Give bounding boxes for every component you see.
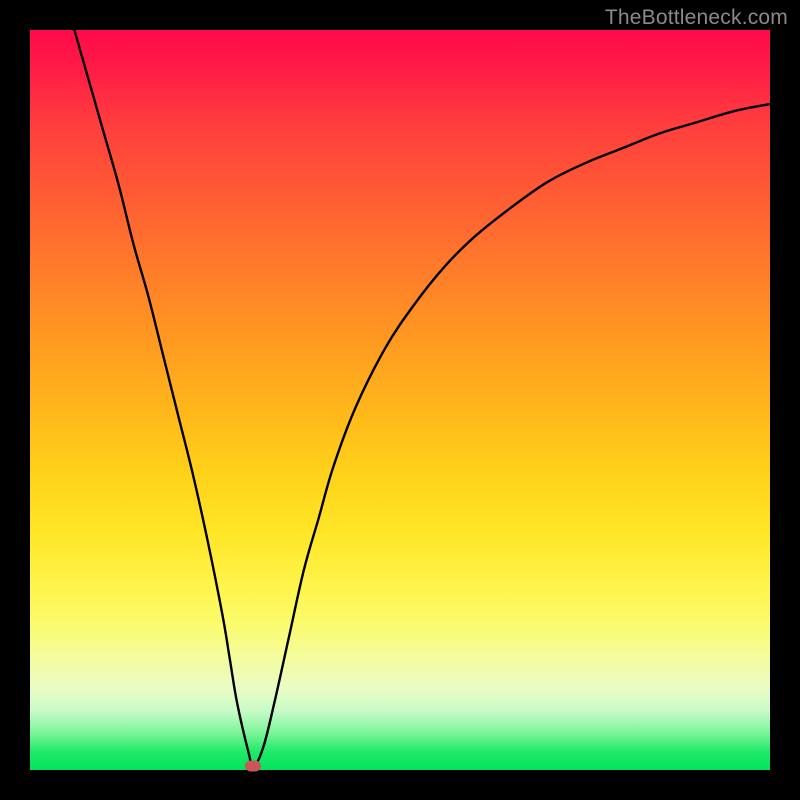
- curve-svg: [30, 30, 770, 770]
- watermark-label: TheBottleneck.com: [605, 6, 788, 30]
- bottleneck-curve: [74, 30, 770, 766]
- chart-frame: TheBottleneck.com: [0, 0, 800, 800]
- optimum-marker: [245, 761, 261, 772]
- plot-area: [30, 30, 770, 770]
